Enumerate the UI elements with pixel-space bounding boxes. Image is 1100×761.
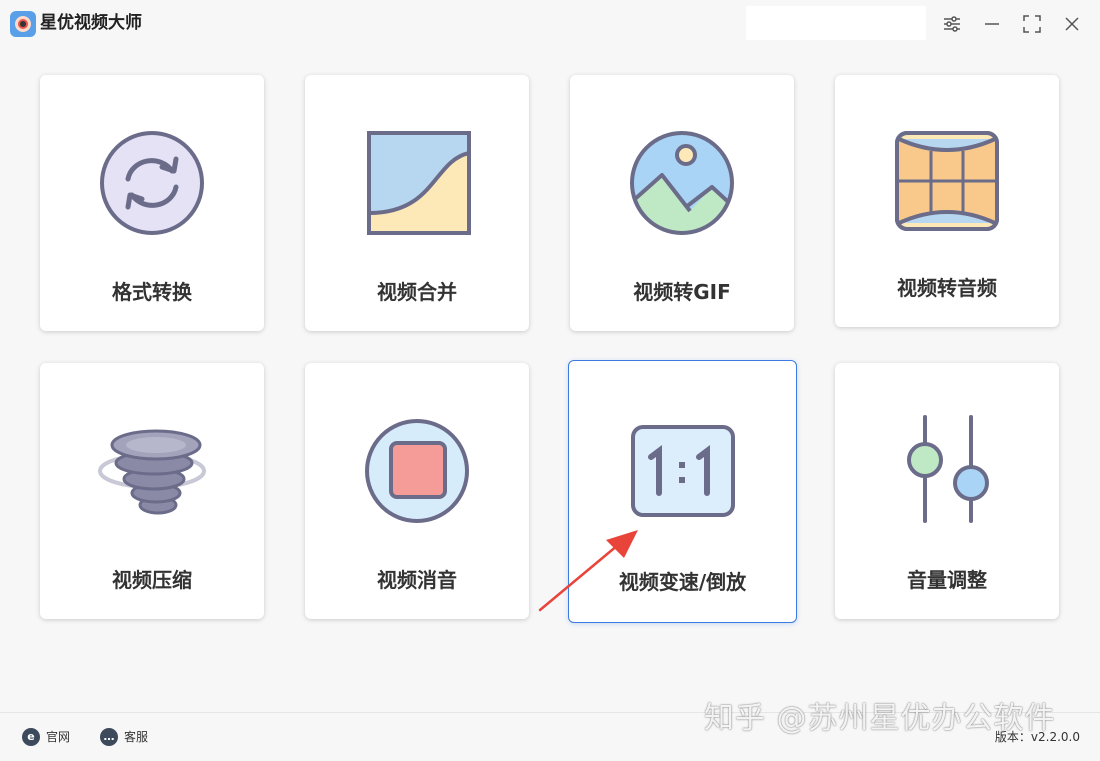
tool-label: 视频转音频 (897, 276, 997, 300)
annotation-arrow-icon (538, 530, 638, 612)
audio-film-icon (891, 127, 1003, 239)
convert-icon (96, 127, 208, 239)
tool-card-video-to-audio[interactable]: 视频转音频 (835, 75, 1059, 327)
tool-label: 视频合并 (377, 280, 457, 304)
settings-button[interactable] (940, 12, 964, 36)
chat-icon: … (100, 728, 118, 746)
watermark: 知乎 @苏州星优办公软件 (704, 701, 1056, 736)
website-label: 官网 (46, 730, 71, 744)
settings-icon (944, 16, 960, 32)
tool-label: 视频消音 (377, 568, 457, 592)
tool-card-video-mute[interactable]: 视频消音 (305, 363, 529, 619)
tool-card-volume-adjust[interactable]: 音量调整 (835, 363, 1059, 619)
image-icon (626, 127, 738, 239)
close-icon (1065, 17, 1079, 31)
tool-label: 格式转换 (112, 280, 192, 304)
tornado-icon (96, 415, 208, 527)
support-link[interactable]: … 客服 (100, 727, 160, 747)
website-link[interactable]: e 官网 (22, 727, 82, 747)
sliders-icon (891, 415, 1003, 527)
support-label: 客服 (124, 730, 149, 744)
app-logo-icon (10, 11, 36, 37)
close-button[interactable] (1060, 12, 1084, 36)
ratio-icon (627, 417, 739, 529)
maximize-button[interactable] (1020, 12, 1044, 36)
maximize-icon (1023, 15, 1041, 33)
tool-label: 视频压缩 (112, 568, 192, 592)
title-bar: 星优视频大师 (0, 0, 1100, 48)
tool-card-video-compress[interactable]: 视频压缩 (40, 363, 264, 619)
tool-label: 音量调整 (907, 568, 987, 592)
tool-label: 视频转GIF (633, 280, 731, 304)
merge-icon (361, 127, 473, 239)
browser-icon: e (22, 728, 40, 746)
minimize-button[interactable] (980, 12, 1004, 36)
tool-card-video-to-gif[interactable]: 视频转GIF (570, 75, 794, 331)
tool-card-video-merge[interactable]: 视频合并 (305, 75, 529, 331)
title-search-input[interactable] (746, 6, 926, 40)
app-title: 星优视频大师 (40, 13, 142, 33)
stop-icon (361, 415, 473, 527)
minimize-icon (985, 23, 999, 25)
tool-card-format-convert[interactable]: 格式转换 (40, 75, 264, 331)
